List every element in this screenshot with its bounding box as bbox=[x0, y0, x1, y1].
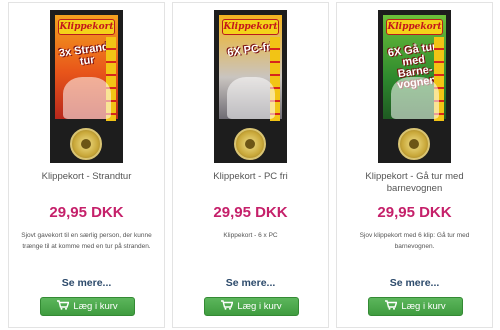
see-more-link[interactable]: Se mere... bbox=[337, 277, 492, 289]
product-card: Klippekort 3x Strand-tur Klippekort - St… bbox=[8, 2, 165, 328]
medal-icon bbox=[398, 128, 430, 160]
product-image-artwork: Klippekort 6X Gå tur med Barne-vognen bbox=[383, 15, 446, 121]
add-to-cart-label: Læg i kurv bbox=[237, 301, 282, 312]
see-more-link[interactable]: Se mere... bbox=[9, 277, 164, 289]
product-image-brand: Klippekort bbox=[386, 19, 443, 35]
product-title[interactable]: Klippekort - Gå tur med barnevognen bbox=[343, 171, 486, 195]
product-image-scene bbox=[391, 77, 439, 119]
add-to-cart-button[interactable]: Læg i kurv bbox=[368, 297, 463, 316]
product-price: 29,95 DKK bbox=[377, 204, 452, 221]
add-to-cart-button[interactable]: Læg i kurv bbox=[40, 297, 135, 316]
product-image[interactable]: Klippekort 6X Gå tur med Barne-vognen bbox=[378, 10, 451, 163]
product-image-scene bbox=[227, 77, 275, 119]
product-image[interactable]: Klippekort 3x Strand-tur bbox=[50, 10, 123, 163]
cart-icon bbox=[57, 300, 70, 310]
product-image-brand: Klippekort bbox=[222, 19, 279, 35]
product-price: 29,95 DKK bbox=[49, 204, 124, 221]
product-description: Sjovt gavekort til en særlig person, der… bbox=[21, 232, 152, 250]
product-description: Klippekort - 6 x PC bbox=[223, 232, 278, 239]
product-title[interactable]: Klippekort - PC fri bbox=[179, 171, 322, 183]
add-to-cart-label: Læg i kurv bbox=[73, 301, 118, 312]
cart-icon bbox=[221, 300, 234, 310]
medal-icon bbox=[70, 128, 102, 160]
add-to-cart-button[interactable]: Læg i kurv bbox=[204, 297, 299, 316]
product-image-artwork: Klippekort 6X PC-fri bbox=[219, 15, 282, 121]
product-card: Klippekort 6X Gå tur med Barne-vognen Kl… bbox=[336, 2, 493, 328]
product-image[interactable]: Klippekort 6X PC-fri bbox=[214, 10, 287, 163]
product-image-brand: Klippekort bbox=[58, 19, 115, 35]
cart-icon bbox=[385, 300, 398, 310]
product-card: Klippekort 6X PC-fri Klippekort - PC fri… bbox=[172, 2, 329, 328]
medal-icon bbox=[234, 128, 266, 160]
product-image-artwork: Klippekort 3x Strand-tur bbox=[55, 15, 118, 121]
product-price: 29,95 DKK bbox=[213, 204, 288, 221]
product-title[interactable]: Klippekort - Strandtur bbox=[15, 171, 158, 183]
product-description: Sjov klippekort med 6 klip: Gå tur med b… bbox=[359, 232, 470, 250]
add-to-cart-label: Læg i kurv bbox=[401, 301, 446, 312]
product-image-scene bbox=[63, 77, 111, 119]
see-more-link[interactable]: Se mere... bbox=[173, 277, 328, 289]
product-grid: Klippekort 3x Strand-tur Klippekort - St… bbox=[0, 0, 500, 330]
